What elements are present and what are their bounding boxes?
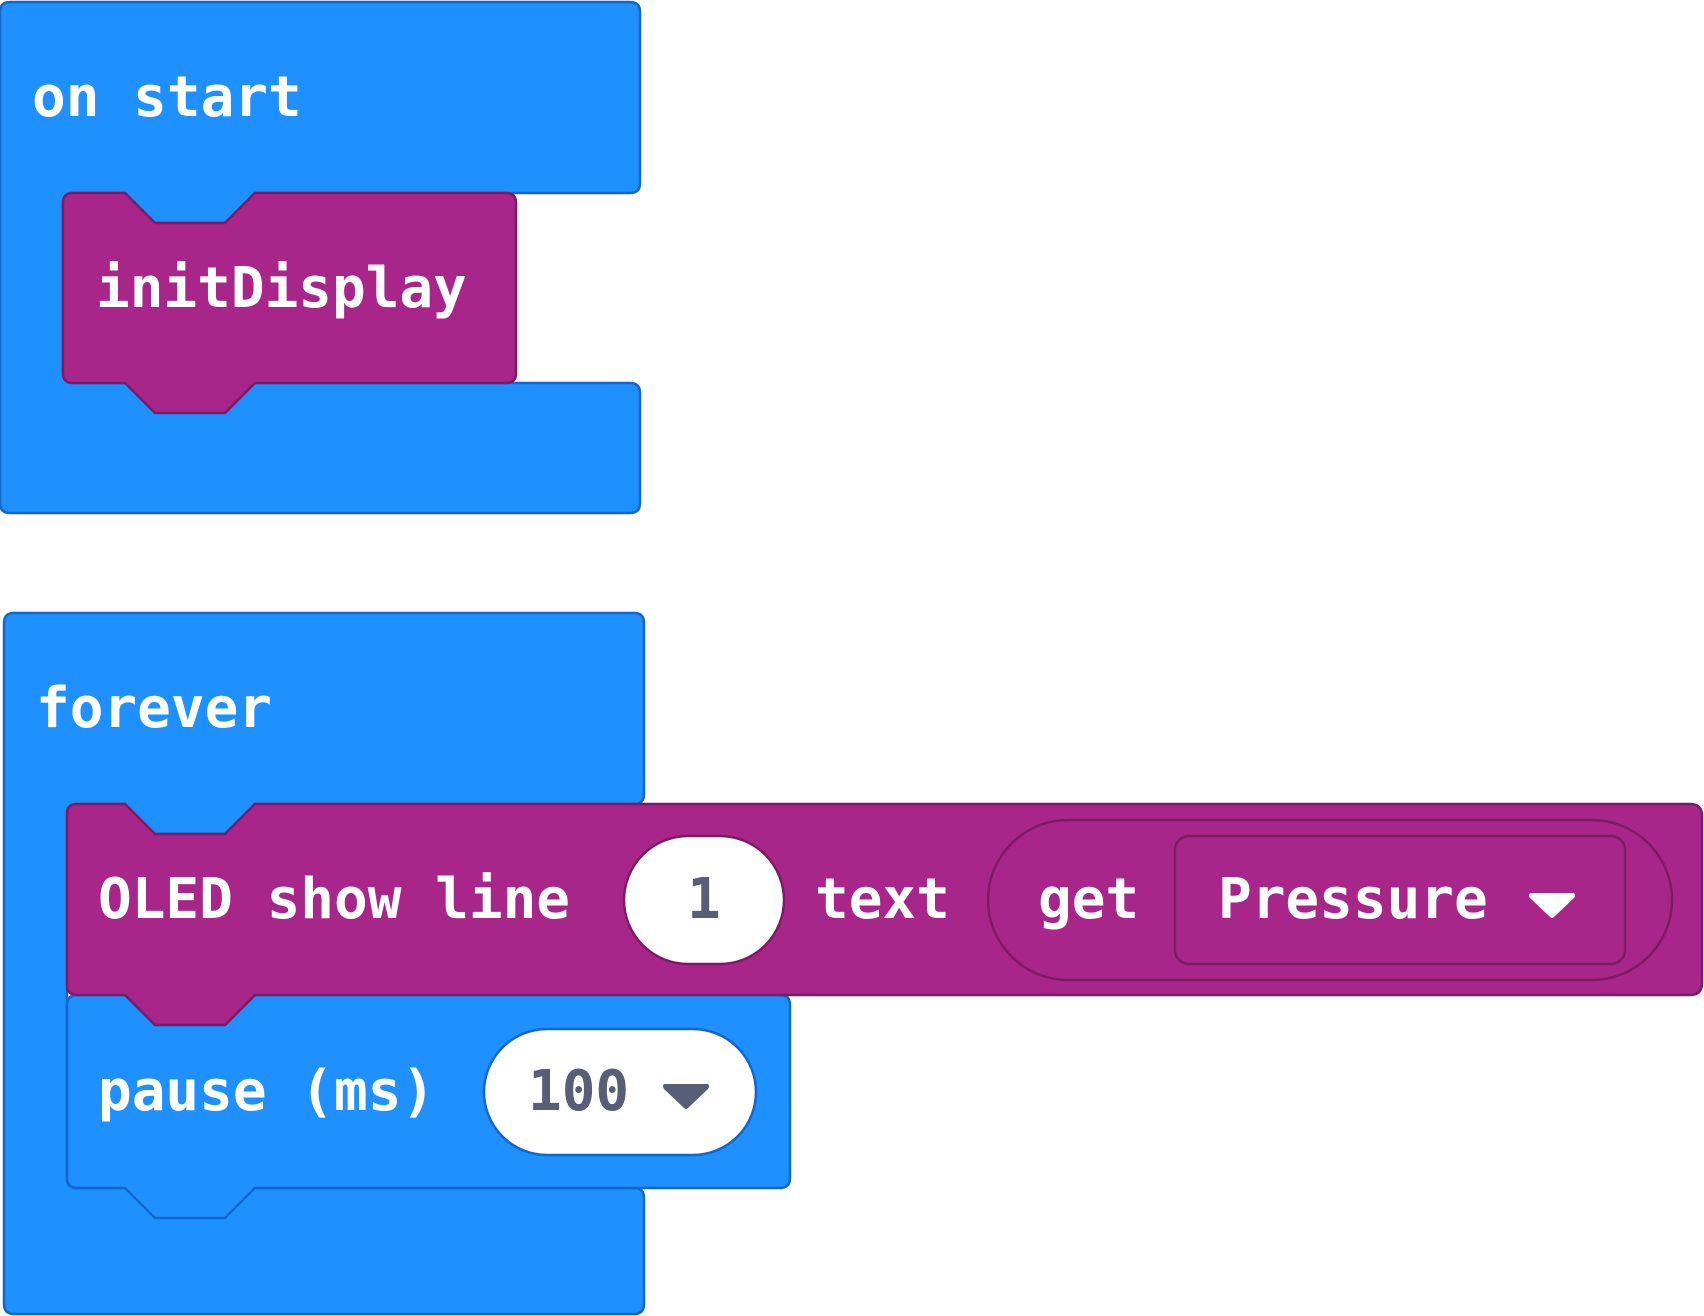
pause-value: 100: [528, 1059, 629, 1124]
init-display-block[interactable]: initDisplay: [61, 191, 518, 415]
pause-block[interactable]: pause (ms) 100: [65, 993, 792, 1220]
blocks-workspace: on start initDisplay forever pause (ms) …: [0, 0, 1704, 1316]
oled-show-line-label: OLED show line: [98, 867, 570, 932]
get-label: get: [1038, 867, 1139, 932]
oled-show-line-block[interactable]: OLED show line 1 text get Pressure: [65, 802, 1704, 1027]
forever-label: forever: [36, 676, 272, 741]
text-label: text: [815, 867, 950, 932]
init-display-label: initDisplay: [96, 256, 467, 321]
on-start-label: on start: [32, 65, 302, 130]
line-number-value: 1: [687, 867, 721, 932]
pause-label: pause (ms): [98, 1059, 435, 1124]
sensor-dropdown-value: Pressure: [1218, 867, 1488, 932]
